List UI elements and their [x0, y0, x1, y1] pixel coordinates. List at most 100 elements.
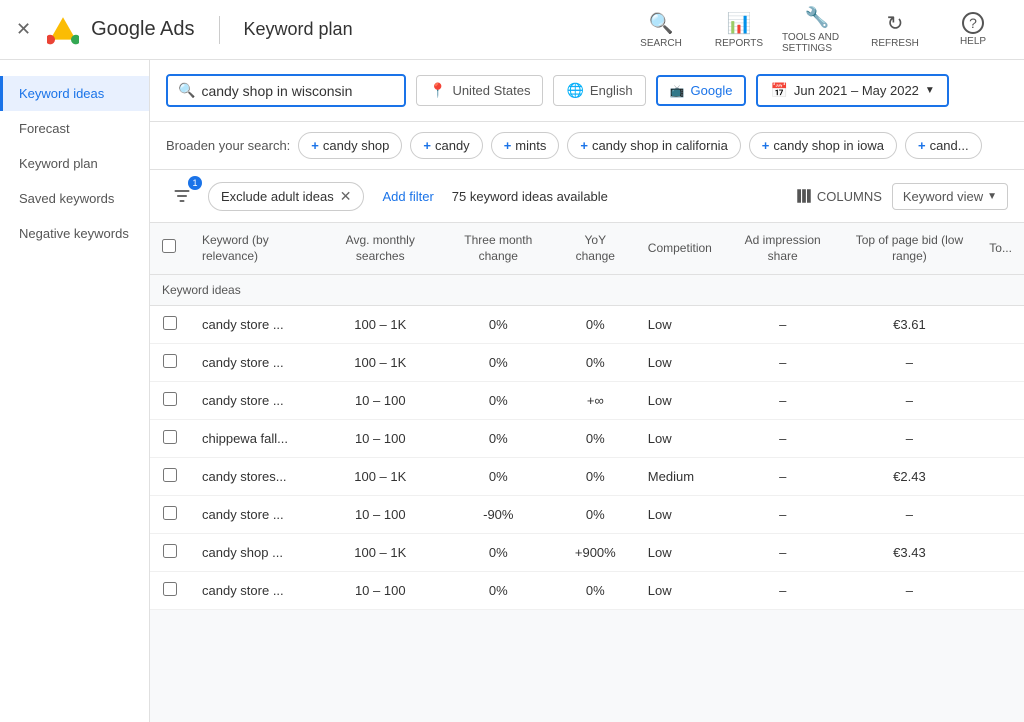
refresh-nav-btn[interactable]: ↻ REFRESH: [860, 5, 930, 55]
row-checkbox-6[interactable]: [163, 544, 177, 558]
three-month-cell-0: 0%: [442, 306, 555, 344]
table-row: chippewa fall... 10 – 100 0% 0% Low – –: [150, 420, 1024, 458]
sidebar-item-saved-keywords[interactable]: Saved keywords: [0, 181, 149, 216]
nav-right: 🔍 SEARCH 📊 REPORTS 🔧 TOOLS AND SETTINGS …: [626, 5, 1008, 55]
filter-icon-button[interactable]: 1: [166, 180, 198, 212]
language-label: English: [590, 83, 633, 98]
language-icon: 🌐: [566, 82, 583, 99]
select-all-header: [150, 223, 190, 275]
search-box[interactable]: 🔍: [166, 74, 406, 107]
sidebar-label-forecast: Forecast: [19, 121, 70, 136]
tools-nav-btn[interactable]: 🔧 TOOLS AND SETTINGS: [782, 5, 852, 55]
plus-icon-0: +: [311, 138, 319, 153]
network-icon: 📺: [670, 84, 685, 98]
broaden-label: Broaden your search:: [166, 138, 290, 153]
exclude-chip-close[interactable]: ✕: [340, 188, 352, 205]
sidebar-label-keyword-plan: Keyword plan: [19, 156, 98, 171]
sidebar-item-forecast[interactable]: Forecast: [0, 111, 149, 146]
row-checkbox-cell-0: [150, 306, 190, 344]
help-nav-icon: ?: [962, 12, 984, 34]
page-title: Keyword plan: [244, 19, 353, 40]
close-button[interactable]: ✕: [16, 19, 31, 40]
top-bid-high-cell-1: [977, 344, 1024, 382]
reports-nav-btn[interactable]: 📊 REPORTS: [704, 5, 774, 55]
ad-share-cell-2: –: [724, 382, 842, 420]
broaden-chip-0[interactable]: + candy shop: [298, 132, 402, 159]
row-checkbox-4[interactable]: [163, 468, 177, 482]
keyword-view-button[interactable]: Keyword view ▼: [892, 183, 1008, 210]
sidebar-item-keyword-plan[interactable]: Keyword plan: [0, 146, 149, 181]
top-nav: ✕ Google Ads Keyword plan 🔍 SEARCH 📊 REP…: [0, 0, 1024, 60]
location-icon: 📍: [429, 82, 446, 99]
yoy-header: YoY change: [555, 223, 636, 275]
broaden-chip-2[interactable]: + mints: [491, 132, 560, 159]
broaden-chip-3[interactable]: + candy shop in california: [567, 132, 740, 159]
avg-monthly-cell-5: 10 – 100: [319, 496, 442, 534]
ad-impression-header: Ad impression share: [724, 223, 842, 275]
three-month-cell-7: 0%: [442, 572, 555, 610]
keyword-cell-6: candy shop ...: [190, 534, 319, 572]
ad-share-cell-5: –: [724, 496, 842, 534]
keyword-cell-2: candy store ...: [190, 382, 319, 420]
row-checkbox-cell-5: [150, 496, 190, 534]
network-filter[interactable]: 📺 Google: [656, 75, 747, 106]
row-checkbox-cell-6: [150, 534, 190, 572]
yoy-cell-5: 0%: [555, 496, 636, 534]
keyword-cell-0: candy store ...: [190, 306, 319, 344]
add-filter-button[interactable]: Add filter: [374, 184, 441, 209]
ad-share-cell-6: –: [724, 534, 842, 572]
row-checkbox-2[interactable]: [163, 392, 177, 406]
search-row: 🔍 📍 United States 🌐 English 📺 Google 📅 J…: [150, 60, 1024, 122]
search-nav-btn[interactable]: 🔍 SEARCH: [626, 5, 696, 55]
row-checkbox-5[interactable]: [163, 506, 177, 520]
avg-monthly-cell-1: 100 – 1K: [319, 344, 442, 382]
reports-nav-label: REPORTS: [715, 38, 763, 49]
help-nav-label: HELP: [960, 36, 986, 47]
top-bid-low-cell-0: €3.61: [842, 306, 978, 344]
columns-button[interactable]: COLUMNS: [795, 187, 882, 205]
search-icon: 🔍: [178, 82, 195, 99]
keyword-cell-3: chippewa fall...: [190, 420, 319, 458]
broaden-chip-1[interactable]: + candy: [410, 132, 482, 159]
broaden-chip-5[interactable]: + cand...: [905, 132, 982, 159]
plus-icon-1: +: [423, 138, 431, 153]
broaden-chip-label-4: candy shop in iowa: [773, 138, 884, 153]
row-checkbox-cell-3: [150, 420, 190, 458]
filter-icon: [172, 186, 192, 206]
row-checkbox-0[interactable]: [163, 316, 177, 330]
broaden-chip-4[interactable]: + candy shop in iowa: [749, 132, 897, 159]
three-month-cell-2: 0%: [442, 382, 555, 420]
row-checkbox-3[interactable]: [163, 430, 177, 444]
table-row: candy store ... 10 – 100 0% +∞ Low – –: [150, 382, 1024, 420]
three-month-cell-4: 0%: [442, 458, 555, 496]
competition-cell-7: Low: [636, 572, 724, 610]
columns-icon: [795, 187, 813, 205]
help-nav-btn[interactable]: ? HELP: [938, 5, 1008, 55]
location-filter[interactable]: 📍 United States: [416, 75, 543, 106]
nav-left: ✕ Google Ads Keyword plan: [16, 14, 626, 46]
sidebar-item-keyword-ideas[interactable]: Keyword ideas: [0, 76, 149, 111]
sidebar-label-keyword-ideas: Keyword ideas: [19, 86, 104, 101]
broaden-chip-label-0: candy shop: [323, 138, 390, 153]
select-all-checkbox[interactable]: [162, 239, 176, 253]
row-checkbox-7[interactable]: [163, 582, 177, 596]
keyword-view-chevron: ▼: [987, 191, 997, 202]
broaden-chip-label-1: candy: [435, 138, 470, 153]
keyword-cell-5: candy store ...: [190, 496, 319, 534]
language-filter[interactable]: 🌐 English: [553, 75, 645, 106]
sidebar-item-negative-keywords[interactable]: Negative keywords: [0, 216, 149, 251]
avg-monthly-cell-2: 10 – 100: [319, 382, 442, 420]
yoy-cell-6: +900%: [555, 534, 636, 572]
competition-cell-6: Low: [636, 534, 724, 572]
competition-cell-0: Low: [636, 306, 724, 344]
sidebar: Keyword ideas Forecast Keyword plan Save…: [0, 60, 150, 722]
ad-share-cell-1: –: [724, 344, 842, 382]
search-input[interactable]: [201, 83, 381, 99]
date-range-filter[interactable]: 📅 Jun 2021 – May 2022 ▼: [756, 74, 948, 107]
exclude-chip-label: Exclude adult ideas: [221, 189, 334, 204]
top-bid-high-cell-2: [977, 382, 1024, 420]
avg-monthly-cell-3: 10 – 100: [319, 420, 442, 458]
three-month-cell-5: -90%: [442, 496, 555, 534]
reports-nav-icon: 📊: [727, 11, 752, 36]
row-checkbox-1[interactable]: [163, 354, 177, 368]
